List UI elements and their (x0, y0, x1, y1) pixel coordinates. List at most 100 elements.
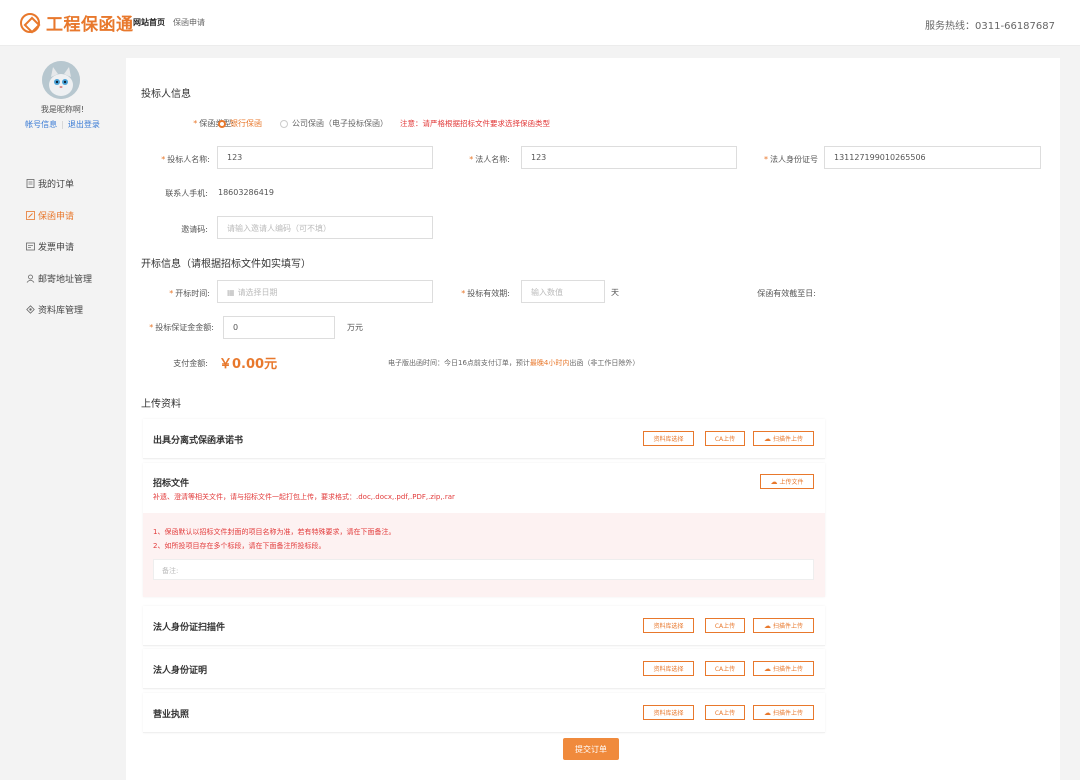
scan-upload-button[interactable]: ☁ 扫描件上传 (753, 705, 814, 720)
bidder-name-label-text: 投标人名称: (167, 155, 210, 164)
cloud-upload-icon: ☁ (763, 434, 771, 443)
scan-upload-button[interactable]: ☁ 扫描件上传 (753, 618, 814, 633)
ca-upload-button[interactable]: CA上传 (705, 618, 745, 633)
legal-id-input[interactable]: 131127199010265506 (824, 146, 1041, 169)
legal-name-label-text: 法人名称: (475, 155, 510, 164)
library-select-button[interactable]: 资料库选择 (643, 618, 694, 633)
upload-section-title: 上传资料 (141, 399, 181, 410)
scan-upload-label: 扫描件上传 (772, 436, 803, 443)
upload-file-label: 上传文件 (779, 479, 804, 486)
upload-card-legal-proof: 法人身份证明 资料库选择 CA上传 ☁ 扫描件上传 (143, 649, 825, 689)
invite-code-label: 邀请码: (181, 225, 208, 234)
required-mark: * (149, 323, 154, 332)
tender-file-desc: 补遗、澄清等相关文件，请与招标文件一起打包上传，要求格式：.doc,.docx,… (153, 493, 455, 501)
radio-company-label: 公司保函（电子投标保函） (292, 119, 388, 128)
service-hotline: 服务热线：0311-66187687 (925, 21, 1055, 32)
scan-upload-label: 扫描件上传 (772, 710, 803, 717)
phone-label: 联系人手机: (165, 189, 208, 198)
top-header: 工程保函通 网站首页 保函申请 服务热线：0311-66187687 (0, 0, 1080, 46)
legal-id-label: * 法人身份证号 (746, 154, 818, 165)
sidebar-item-invoice-apply[interactable]: 发票申请 (26, 231, 92, 263)
scan-upload-button[interactable]: ☁ 扫描件上传 (753, 661, 814, 676)
upload-card-legal-id-scan: 法人身份证扫描件 资料库选择 CA上传 ☁ 扫描件上传 (143, 606, 825, 646)
sidebar-item-data-library[interactable]: 资料库管理 (26, 294, 92, 326)
sidebar: 我是昵称啊! 帐号信息 | 退出登录 我的订单 保函申请 发票申请 邮寄地址管理… (10, 56, 115, 780)
card-title: 法人身份证明 (153, 666, 208, 676)
remark-input[interactable]: 备注: (153, 559, 814, 580)
card-title: 出具分离式保函承诺书 (153, 436, 244, 446)
upload-card-business-license: 营业执照 资料库选择 CA上传 ☁ 扫描件上传 (143, 693, 825, 733)
sidebar-item-guarantee-apply[interactable]: 保函申请 (26, 200, 92, 232)
required-mark: * (461, 289, 466, 298)
sidebar-item-label: 资料库管理 (38, 306, 84, 317)
logout-link[interactable]: 退出登录 (64, 120, 104, 129)
legal-name-label: * 法人名称: (446, 154, 510, 165)
required-mark: * (469, 155, 474, 164)
sidebar-item-label: 发票申请 (38, 243, 75, 254)
open-time-placeholder: 请选择日期 (237, 288, 278, 297)
ca-upload-button[interactable]: CA上传 (705, 705, 745, 720)
sidebar-item-mailing-address[interactable]: 邮寄地址管理 (26, 263, 92, 295)
bidder-section-title: 投标人信息 (141, 89, 191, 100)
upload-card-tender-file: 招标文件 补遗、澄清等相关文件，请与招标文件一起打包上传，要求格式：.doc,.… (143, 463, 825, 597)
radio-checked-icon (218, 119, 226, 128)
deposit-label-text: 投标保证金金额: (155, 323, 214, 332)
nav-guarantee-apply[interactable]: 保函申请 (173, 17, 205, 28)
sidebar-item-label: 保函申请 (38, 211, 75, 222)
validity-label-text: 投标有效期: (467, 289, 510, 298)
cloud-upload-icon: ☁ (763, 621, 771, 630)
sidebar-item-label: 邮寄地址管理 (38, 274, 93, 285)
top-nav: 网站首页 保函申请 (133, 17, 205, 28)
library-select-button[interactable]: 资料库选择 (643, 661, 694, 676)
main-panel: 投标人信息 * 保函类型: 银行保函 公司保函（电子投标保函） 注意：请严格根据招… (126, 58, 1060, 780)
required-mark: * (193, 119, 198, 128)
deposit-amount-input[interactable]: 0 (223, 316, 335, 339)
issue-time-tip-highlight: 最晚4小时内 (529, 359, 570, 367)
tender-note-1: 1、保函默认以招标文件封面的项目名称为准，若有特殊要求，请在下面备注。 (153, 528, 396, 536)
radio-unchecked-icon (280, 119, 288, 128)
database-icon (26, 305, 35, 315)
validity-label: * 投标有效期: (446, 288, 510, 299)
account-info-link[interactable]: 帐号信息 (21, 120, 61, 129)
scan-upload-label: 扫描件上传 (772, 623, 803, 630)
scan-upload-label: 扫描件上传 (772, 666, 803, 673)
pay-amount-value: ￥0.00元 (219, 357, 278, 372)
card-title: 法人身份证扫描件 (153, 623, 226, 633)
card-title: 招标文件 (153, 479, 190, 489)
invoice-icon (26, 242, 35, 251)
issue-time-tip-prefix: 电子版出函时间：今日16点前支付订单，预计 (388, 359, 530, 367)
deposit-unit: 万元 (347, 323, 363, 332)
library-select-button[interactable]: 资料库选择 (643, 705, 694, 720)
library-select-button[interactable]: 资料库选择 (643, 431, 694, 446)
radio-company-guarantee[interactable]: 公司保函（电子投标保函） (280, 118, 388, 129)
legal-name-input[interactable]: 123 (521, 146, 737, 169)
open-time-picker[interactable]: ▦ 请选择日期 (217, 280, 433, 303)
ca-upload-button[interactable]: CA上传 (705, 661, 745, 676)
document-icon (26, 179, 35, 189)
radio-bank-label: 银行保函 (230, 119, 262, 128)
upload-card-commitment: 出具分离式保函承诺书 资料库选择 CA上传 ☁ 扫描件上传 (143, 419, 825, 459)
sidebar-item-my-orders[interactable]: 我的订单 (26, 168, 92, 200)
bidder-name-input[interactable]: 123 (217, 146, 433, 169)
required-mark: * (169, 289, 174, 298)
user-greeting: 我是昵称啊! (40, 105, 85, 114)
logo[interactable]: 工程保函通 (20, 10, 134, 35)
radio-bank-guarantee[interactable]: 银行保函 (218, 118, 262, 129)
tender-note-2: 2、如所投项目存在多个标段，请在下面备注所投标段。 (153, 542, 326, 550)
bidder-name-label: * 投标人名称: (126, 154, 210, 165)
legal-id-label-text: 法人身份证号 (770, 155, 818, 164)
open-time-label: * 开标时间: (126, 288, 210, 299)
upload-file-button[interactable]: ☁ 上传文件 (760, 474, 814, 489)
submit-order-button[interactable]: 提交订单 (563, 738, 619, 760)
scan-upload-button[interactable]: ☁ 扫描件上传 (753, 431, 814, 446)
ca-upload-button[interactable]: CA上传 (705, 431, 745, 446)
avatar[interactable] (42, 61, 80, 99)
valid-until-label: 保函有效截至日: (757, 289, 816, 298)
cloud-upload-icon: ☁ (770, 477, 778, 486)
invite-code-input[interactable]: 请输入邀请人编码（可不填） (217, 216, 433, 239)
logo-text: 工程保函通 (46, 15, 134, 35)
nav-home[interactable]: 网站首页 (133, 17, 165, 28)
tender-note-box: 1、保函默认以招标文件封面的项目名称为准，若有特殊要求，请在下面备注。 2、如所… (143, 513, 825, 597)
validity-days-input[interactable]: 输入数值 (521, 280, 605, 303)
opening-section-title: 开标信息（请根据招标文件如实填写） (141, 259, 311, 270)
